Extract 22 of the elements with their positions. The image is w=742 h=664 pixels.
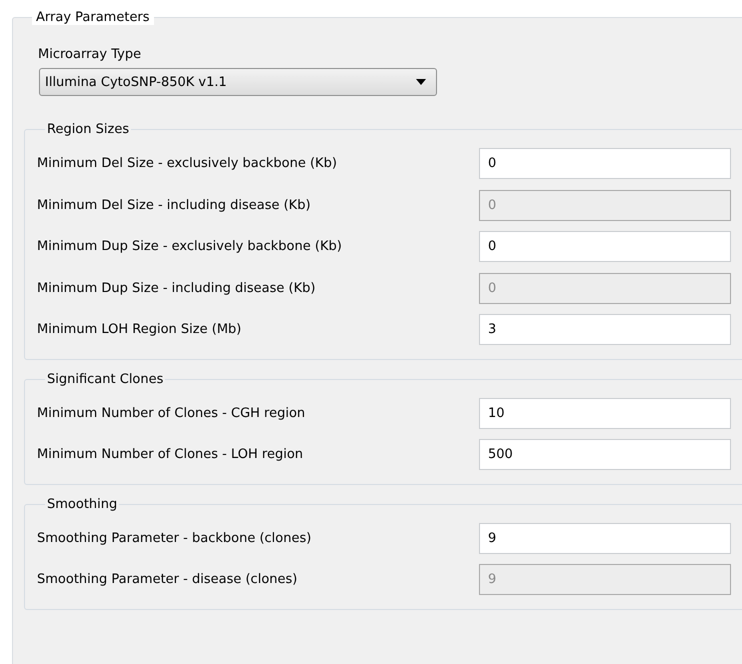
input-field[interactable]: 0 bbox=[479, 231, 731, 262]
field-label: Minimum Number of Clones - CGH region bbox=[37, 406, 306, 421]
field-label: Microarray Type bbox=[38, 47, 142, 62]
input-field[interactable]: 9 bbox=[479, 522, 731, 554]
microarray-type-dropdown[interactable]: Illumina CytoSNP-850K v1.1 bbox=[39, 68, 437, 96]
input-field[interactable]: 500 bbox=[479, 439, 731, 470]
field-label: Minimum Number of Clones - LOH region bbox=[37, 447, 304, 462]
field-label: Minimum LOH Region Size (Mb) bbox=[37, 322, 242, 338]
section-title: Smoothing bbox=[45, 496, 120, 512]
input-field[interactable]: 10 bbox=[479, 398, 731, 429]
field-label: Minimum Del Size - including disease (Kb) bbox=[37, 198, 312, 213]
group-title: Array Parameters bbox=[32, 10, 154, 25]
field-label: Smoothing Parameter - disease (clones) bbox=[37, 572, 298, 588]
section-title: Significant Clones bbox=[45, 372, 166, 386]
caret-icon bbox=[416, 79, 426, 85]
section-title: Region Sizes bbox=[45, 122, 132, 137]
input-field[interactable]: 0 bbox=[479, 148, 731, 180]
field-label: Minimum Dup Size - including disease (Kb) bbox=[37, 280, 316, 296]
field-label: Minimum Dup Size - exclusively backbone (Kb) bbox=[37, 239, 343, 254]
field-label: Smoothing Parameter - backbone (clones) bbox=[37, 530, 312, 546]
field-label: Minimum Del Size - exclusively backbone (Kb) bbox=[37, 156, 338, 172]
input-field[interactable]: 3 bbox=[479, 314, 731, 346]
